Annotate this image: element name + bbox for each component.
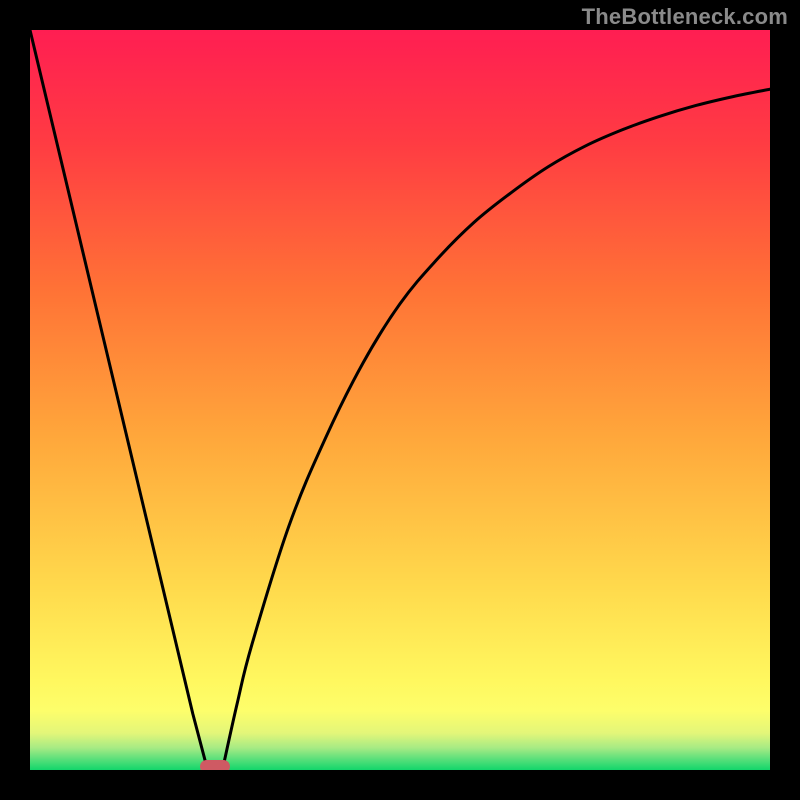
curve-right-branch — [222, 89, 770, 770]
plot-area — [30, 30, 770, 770]
curve-left-branch — [30, 30, 208, 770]
curve-layer — [30, 30, 770, 770]
min-marker — [200, 760, 230, 770]
watermark-text: TheBottleneck.com — [582, 4, 788, 30]
chart-container: TheBottleneck.com — [0, 0, 800, 800]
